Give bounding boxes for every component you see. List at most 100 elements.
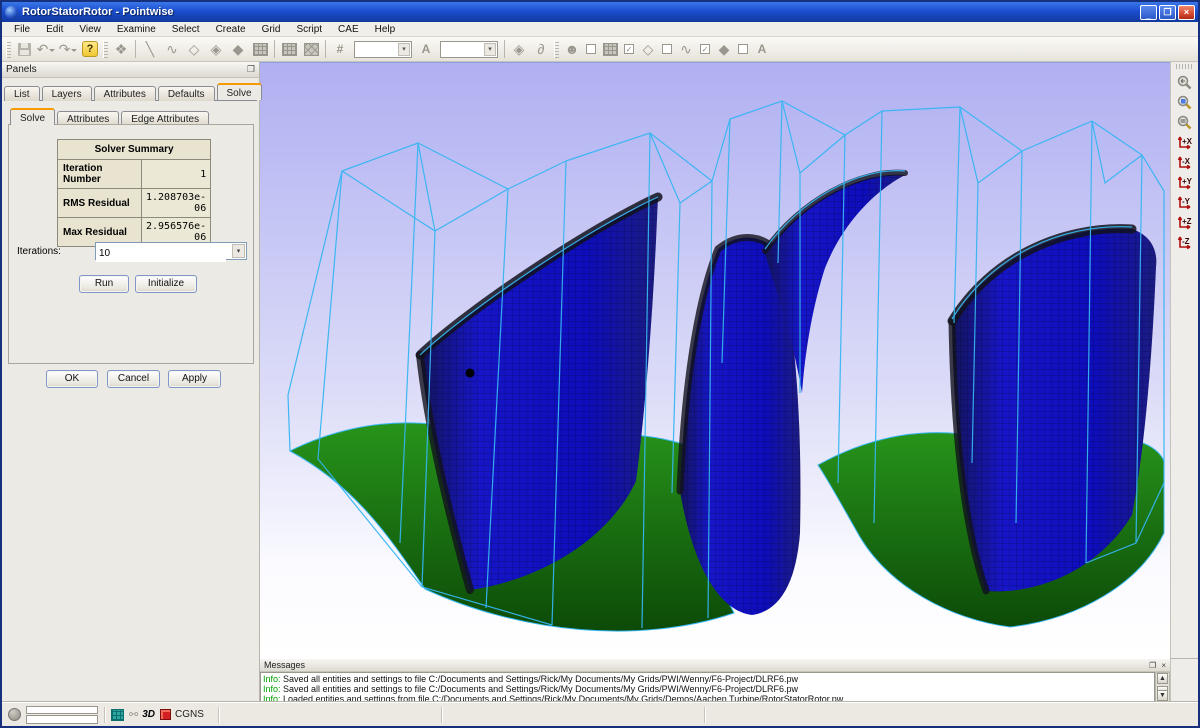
- subtab-solve[interactable]: Solve: [10, 108, 55, 125]
- solve-subtab-bar: Solve Attributes Edge Attributes: [2, 101, 259, 125]
- tab-layers[interactable]: Layers: [42, 86, 92, 101]
- spacing-combobox-arrow[interactable]: ▾: [484, 43, 496, 56]
- assemble-icon: ◈: [514, 41, 525, 58]
- undo-icon: ↶: [37, 41, 49, 58]
- ok-button[interactable]: OK: [46, 370, 98, 388]
- toolbar-grip[interactable]: [103, 40, 108, 58]
- create-structured-domain-button[interactable]: ◈: [205, 39, 227, 59]
- view-plus-y-button[interactable]: +Y: [1174, 172, 1196, 192]
- create-curve-button[interactable]: ∿: [161, 39, 183, 59]
- menu-view[interactable]: View: [71, 24, 109, 35]
- messages-list[interactable]: Info: Saved all entities and settings to…: [260, 672, 1155, 702]
- mask-domain-button[interactable]: ◇: [637, 39, 659, 59]
- iterations-input[interactable]: [96, 246, 226, 262]
- run-button[interactable]: Run: [79, 275, 129, 293]
- toolbar-separator: [504, 40, 505, 58]
- panels-dock-icon[interactable]: ❐: [247, 64, 255, 75]
- mask-database-button[interactable]: ☻: [561, 39, 583, 59]
- help-button[interactable]: ?: [79, 39, 101, 59]
- view-minus-x-button[interactable]: -X: [1174, 152, 1196, 172]
- mask-domain-checkbox[interactable]: [662, 44, 672, 54]
- menu-cae[interactable]: CAE: [330, 24, 367, 35]
- dimension-button[interactable]: #: [329, 39, 351, 59]
- cancel-button[interactable]: Cancel: [107, 370, 160, 388]
- undo-button[interactable]: ↶: [35, 39, 57, 59]
- restore-button[interactable]: ❐: [1159, 5, 1176, 20]
- messages-scrollbar[interactable]: ▲ ▼: [1155, 672, 1170, 702]
- messages-header[interactable]: Messages ❐ ×: [260, 659, 1170, 672]
- svg-text:+X: +X: [1182, 137, 1193, 146]
- scroll-up-button[interactable]: ▲: [1157, 673, 1168, 684]
- dimension-combobox-arrow[interactable]: ▾: [398, 43, 410, 56]
- mask-spacing-checkbox[interactable]: [738, 44, 748, 54]
- tab-defaults[interactable]: Defaults: [158, 86, 215, 101]
- save-button[interactable]: [13, 39, 35, 59]
- cae-cube-icon: [160, 709, 171, 720]
- menu-create[interactable]: Create: [208, 24, 254, 35]
- table-row: Iteration Number 1: [58, 160, 211, 189]
- mask-label-button[interactable]: A: [751, 39, 773, 59]
- unstructured-grid-button[interactable]: [300, 39, 322, 59]
- spacing-combobox[interactable]: ▾: [440, 41, 498, 58]
- scroll-down-button[interactable]: ▼: [1157, 690, 1168, 701]
- layers-button[interactable]: ❖: [110, 39, 132, 59]
- menu-edit[interactable]: Edit: [38, 24, 71, 35]
- minimize-button[interactable]: _: [1140, 5, 1157, 20]
- close-button[interactable]: ×: [1178, 5, 1195, 20]
- mask-connector-checkbox[interactable]: ✓: [700, 44, 710, 54]
- zoom-level-button[interactable]: [1174, 112, 1196, 132]
- axis-plus-y-icon: +Y: [1176, 174, 1194, 191]
- menu-grid[interactable]: Grid: [254, 24, 289, 35]
- iteration-number-value: 1: [142, 160, 211, 189]
- menu-examine[interactable]: Examine: [109, 24, 164, 35]
- menu-script[interactable]: Script: [288, 24, 330, 35]
- mask-block-button[interactable]: [599, 39, 621, 59]
- initialize-button[interactable]: Initialize: [135, 275, 197, 293]
- mask-spacing-button[interactable]: ◆: [713, 39, 735, 59]
- create-block-button[interactable]: [249, 39, 271, 59]
- menu-file[interactable]: File: [6, 24, 38, 35]
- cae-format-label: CGNS: [175, 709, 204, 720]
- viewport-3d-scene[interactable]: [260, 62, 1170, 658]
- messages-dock-icon[interactable]: ❐: [1149, 661, 1156, 670]
- messages-close-icon[interactable]: ×: [1161, 661, 1166, 670]
- tab-attributes[interactable]: Attributes: [94, 86, 156, 101]
- iterations-field[interactable]: ▾: [95, 242, 247, 260]
- boundary-condition-button[interactable]: ∂: [530, 39, 552, 59]
- rms-residual-value: 1.208703e-06: [142, 189, 211, 218]
- toolbar-grip[interactable]: [554, 40, 559, 58]
- view-minus-y-button[interactable]: -Y: [1174, 192, 1196, 212]
- structured-grid-button[interactable]: [278, 39, 300, 59]
- view-toolbar-grip[interactable]: [1176, 64, 1194, 69]
- create-segment-button[interactable]: ╲: [139, 39, 161, 59]
- dimension-combobox[interactable]: ▾: [354, 41, 412, 58]
- toolbar-grip[interactable]: [6, 40, 11, 58]
- iterations-dropdown-arrow[interactable]: ▾: [232, 244, 245, 258]
- spacing-button[interactable]: A: [415, 39, 437, 59]
- zoom-previous-button[interactable]: [1174, 72, 1196, 92]
- create-domain-button[interactable]: ◇: [183, 39, 205, 59]
- dimension-indicator: 3D: [142, 709, 155, 720]
- panels-header[interactable]: Panels ❐: [2, 62, 259, 78]
- tab-solve[interactable]: Solve: [217, 83, 262, 100]
- mask-connector-button[interactable]: ∿: [675, 39, 697, 59]
- mask-database-checkbox[interactable]: [586, 44, 596, 54]
- view-plus-x-button[interactable]: +X: [1174, 132, 1196, 152]
- apply-button[interactable]: Apply: [168, 370, 221, 388]
- view-plus-z-button[interactable]: +Z: [1174, 212, 1196, 232]
- view-minus-z-button[interactable]: -Z: [1174, 232, 1196, 252]
- assemble-button[interactable]: ◈: [508, 39, 530, 59]
- menu-select[interactable]: Select: [164, 24, 208, 35]
- block-grid-icon: [253, 43, 268, 56]
- tab-list[interactable]: List: [4, 86, 40, 101]
- menu-help[interactable]: Help: [367, 24, 404, 35]
- mask-database-icon: ◆: [719, 41, 730, 58]
- create-extrude-button[interactable]: ◆: [227, 39, 249, 59]
- redo-button[interactable]: ↷: [57, 39, 79, 59]
- rms-residual-label: RMS Residual: [58, 189, 142, 218]
- title-bar[interactable]: RotorStatorRotor - Pointwise _ ❐ ×: [2, 2, 1198, 22]
- panels-panel: Panels ❐ List Layers Attributes Defaults…: [2, 62, 260, 702]
- mask-spacing-a-icon: A: [758, 42, 767, 56]
- zoom-box-button[interactable]: [1174, 92, 1196, 112]
- mask-block-checkbox[interactable]: ✓: [624, 44, 634, 54]
